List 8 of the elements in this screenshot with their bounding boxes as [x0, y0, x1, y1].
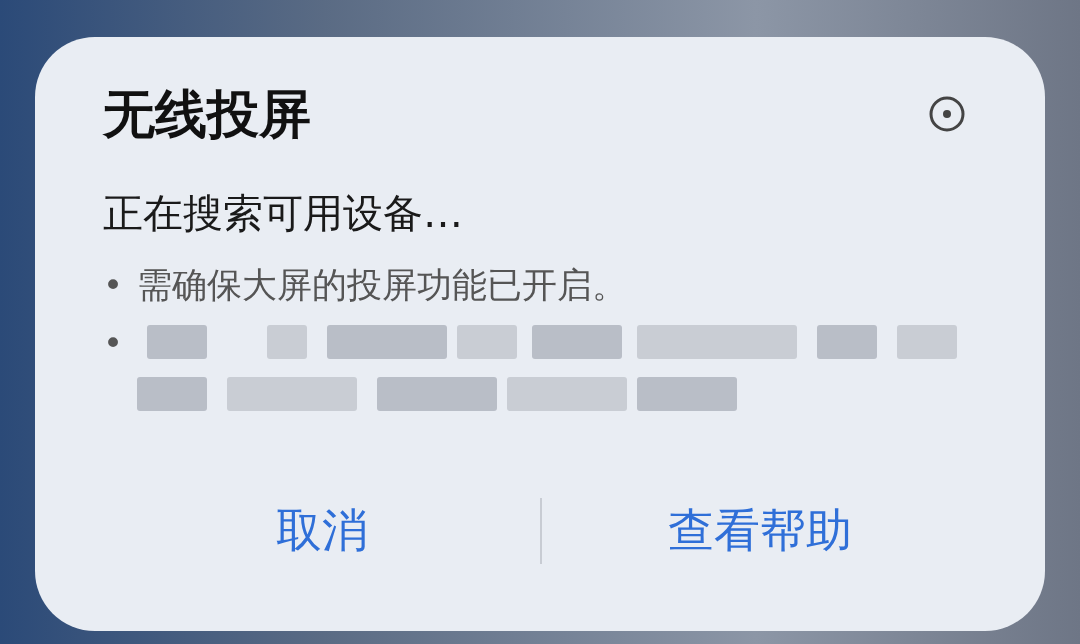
dialog-title: 无线投屏 — [103, 83, 311, 146]
loading-spinner-icon — [927, 94, 967, 134]
bullet-mark: • — [103, 264, 124, 307]
dialog-button[interactable]: 查看帮助 — [542, 490, 977, 571]
bullet-mark: • — [103, 322, 124, 365]
bullet-text: 需确保大屏的投屏功能已开启。 — [137, 264, 628, 307]
status-text: 正在搜索可用设备… — [103, 189, 464, 238]
dialog-button[interactable]: 取消 — [103, 490, 540, 571]
